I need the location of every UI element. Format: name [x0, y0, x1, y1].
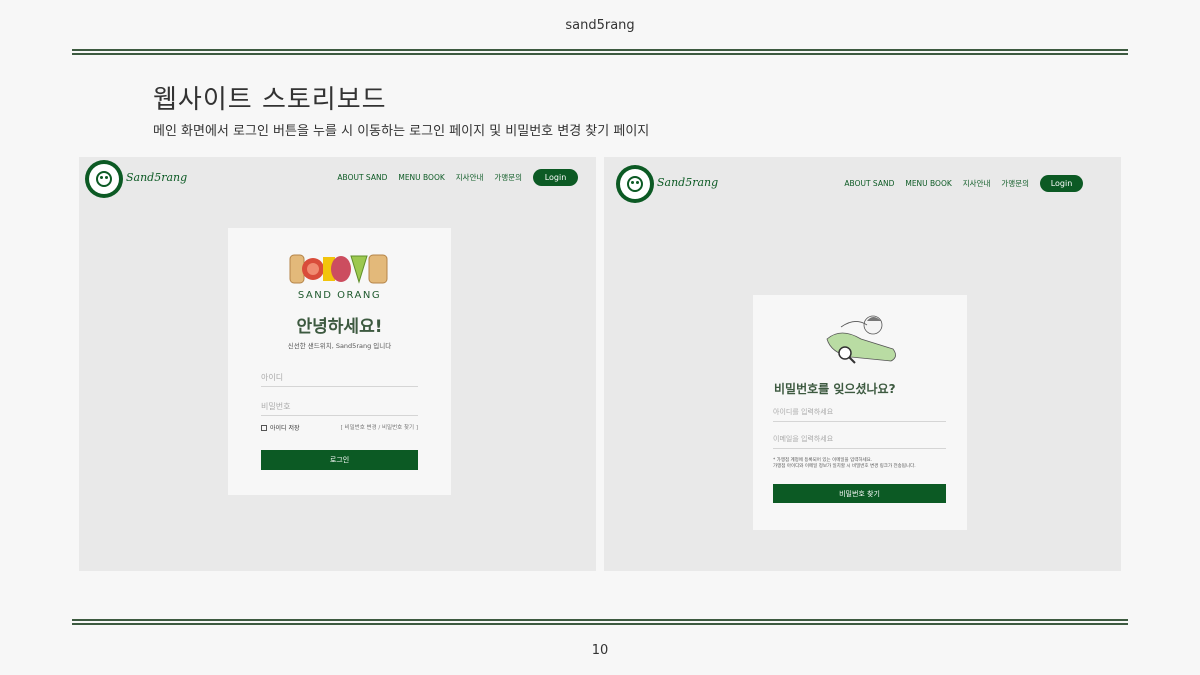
welcome-subtitle: 신선한 샌드위치, Sand5rang 입니다 — [287, 342, 392, 350]
site-nav: ABOUT SAND MENU BOOK 지사안내 가맹문의 Login — [326, 169, 578, 186]
nav-franchise-inquiry[interactable]: 가맹문의 — [494, 172, 522, 183]
password-input[interactable]: 비밀번호 — [261, 398, 418, 416]
forgot-password-card: 비밀번호를 잊으셨나요? 아이디를 입력하세요 이메일을 입력하세요 * 가맹점… — [753, 295, 967, 530]
remember-id-checkbox[interactable]: 아이디 저장 — [261, 423, 300, 432]
slide-header-title: sand5rang — [565, 18, 635, 33]
nav-login-button[interactable]: Login — [1040, 175, 1083, 192]
nav-login-button[interactable]: Login — [533, 169, 578, 186]
forgot-email-input[interactable]: 이메일을 입력하세요 — [773, 431, 946, 449]
bottom-divider — [72, 619, 1128, 625]
login-card: SAND ORANG 안녕하세요! 신선한 샌드위치, Sand5rang 입니… — [228, 228, 451, 495]
top-divider — [72, 49, 1128, 55]
id-input[interactable]: 아이디 — [261, 369, 418, 387]
page-number: 10 — [591, 643, 609, 658]
forgot-password-screenshot: Sand5rang ABOUT SAND MENU BOOK 지사안내 가맹문의… — [604, 157, 1121, 571]
forgot-notice: * 가맹점 계정에 등록되어 있는 이메일을 입력하세요. 가맹점 아이디와 이… — [773, 458, 953, 470]
sandwich-illustration — [289, 254, 388, 284]
searching-person-illustration — [826, 315, 896, 364]
nav-branch-info[interactable]: 지사안내 — [963, 178, 991, 189]
site-nav: ABOUT SAND MENU BOOK 지사안내 가맹문의 Login — [833, 175, 1083, 192]
remember-id-label: 아이디 저장 — [270, 425, 300, 432]
page-title: 웹사이트 스토리보드 — [153, 85, 387, 115]
login-submit-button[interactable]: 로그인 — [261, 450, 418, 470]
face-icon — [627, 176, 643, 192]
nav-menu-book[interactable]: MENU BOOK — [905, 179, 951, 188]
find-password-button[interactable]: 비밀번호 찾기 — [773, 484, 946, 503]
page-description: 메인 화면에서 로그인 버튼을 누를 시 이동하는 로그인 페이지 및 비밀번호… — [153, 124, 650, 139]
login-page-screenshot: Sand5rang ABOUT SAND MENU BOOK 지사안내 가맹문의… — [79, 157, 596, 571]
site-brand[interactable]: Sand5rang — [657, 176, 718, 189]
nav-branch-info[interactable]: 지사안내 — [456, 172, 484, 183]
face-icon — [96, 171, 112, 187]
nav-franchise-inquiry[interactable]: 가맹문의 — [1001, 178, 1029, 189]
nav-menu-book[interactable]: MENU BOOK — [398, 173, 444, 182]
forgot-password-title: 비밀번호를 잊으셨나요? — [774, 382, 896, 396]
sand-orang-wordmark: SAND ORANG — [297, 290, 382, 301]
notice-line-2: 가맹점 아이디와 이메일 정보가 일치할 시 비밀번호 변경 링크가 전송됩니다… — [773, 464, 916, 469]
site-logo[interactable] — [616, 165, 654, 203]
nav-about-sand[interactable]: ABOUT SAND — [844, 179, 894, 188]
find-password-link[interactable]: [ 비밀번호 변경 / 비밀번호 찾기 ] — [341, 423, 418, 431]
forgot-id-input[interactable]: 아이디를 입력하세요 — [773, 404, 946, 422]
nav-about-sand[interactable]: ABOUT SAND — [337, 173, 387, 182]
site-brand[interactable]: Sand5rang — [126, 171, 187, 184]
checkbox-icon[interactable] — [261, 424, 267, 431]
welcome-heading: 안녕하세요! — [296, 317, 383, 337]
site-logo[interactable] — [85, 160, 123, 198]
